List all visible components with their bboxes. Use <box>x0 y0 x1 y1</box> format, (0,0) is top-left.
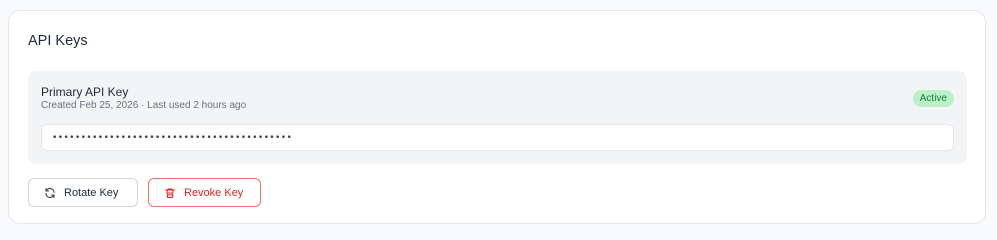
refresh-icon <box>45 187 55 198</box>
revoke-key-label: Revoke Key <box>184 186 244 199</box>
rotate-key-button[interactable]: Rotate Key <box>28 178 138 207</box>
api-keys-card: API Keys Primary API Key Created Feb 25,… <box>8 10 986 224</box>
status-badge: Active <box>912 90 954 107</box>
revoke-key-button[interactable]: Revoke Key <box>148 178 261 207</box>
card-title: API Keys <box>28 33 88 49</box>
api-key-meta: Created Feb 25, 2026 · Last used 2 hours… <box>41 100 247 111</box>
api-key-name: Primary API Key <box>41 85 129 99</box>
rotate-key-label: Rotate Key <box>64 186 119 199</box>
api-key-field[interactable] <box>41 124 954 151</box>
trash-icon <box>164 187 176 198</box>
api-key-panel: Primary API Key Created Feb 25, 2026 · L… <box>28 71 967 164</box>
